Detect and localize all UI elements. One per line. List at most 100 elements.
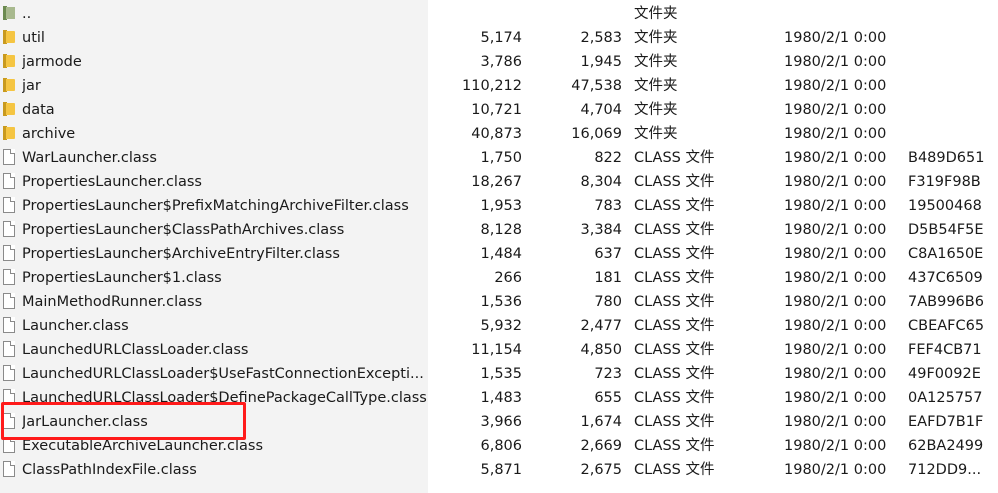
file-name: PropertiesLauncher$ArchiveEntryFilter.cl… [22,246,340,262]
file-icon [3,317,15,333]
file-size: 6,806 [480,438,522,454]
file-name: LaunchedURLClassLoader$UseFastConnection… [22,366,424,382]
file-type: 文件夹 [634,30,678,46]
packed-size: 8,304 [580,174,622,190]
packed-size: 4,850 [580,342,622,358]
file-size: 1,750 [480,150,522,166]
packed-size: 2,477 [580,318,622,334]
file-name: ClassPathIndexFile.class [22,462,197,478]
modified-date: 1980/2/1 0:00 [784,222,887,238]
crc-value: 19500468 [908,198,982,214]
crc-value: 62BA2499 [908,438,984,454]
crc-value [908,2,998,26]
folder-icon [3,54,15,68]
packed-size: 822 [594,150,622,166]
crc-value: 712DD9... [908,462,982,478]
file-name: PropertiesLauncher$ClassPathArchives.cla… [22,222,345,238]
file-type: 文件夹 [634,6,678,22]
folder-row[interactable]: jarmode 3,786 1,945 文件夹 1980/2/1 0:00 [0,50,998,74]
file-row[interactable]: ClassPathIndexFile.class 5,871 2,675 CLASS … [0,458,998,482]
crc-value: EAFD7B1F [908,414,984,430]
folder-row[interactable]: data 10,721 4,704 文件夹 1980/2/1 0:00 [0,98,998,122]
icon-cell [3,26,19,50]
modified-date: 1980/2/1 0:00 [784,366,887,382]
file-name: PropertiesLauncher$PrefixMatchingArchive… [22,198,409,214]
icon-cell [3,434,19,458]
folder-row[interactable]: .. 文件夹 [0,2,998,26]
file-type: CLASS 文件 [634,222,715,238]
file-row[interactable]: MainMethodRunner.class 1,536 780 CLASS 文件 19… [0,290,998,314]
modified-date [784,2,904,26]
file-name: Launcher.class [22,318,129,334]
folder-icon [3,102,15,116]
file-icon [3,413,15,429]
file-row[interactable]: LaunchedURLClassLoader.class 11,154 4,850 C… [0,338,998,362]
file-icon [3,245,15,261]
packed-size: 4,704 [580,102,622,118]
file-row[interactable]: ExecutableArchiveLauncher.class 6,806 2,66… [0,434,998,458]
file-row[interactable]: PropertiesLauncher$PrefixMatchingArchive… [0,194,998,218]
file-name: util [22,30,45,46]
file-name: .. [22,6,32,22]
crc-value: 437C6509 [908,270,983,286]
packed-size: 637 [594,246,622,262]
file-row[interactable]: Launcher.class 5,932 2,477 CLASS 文件 1980/2/1… [0,314,998,338]
icon-cell [3,266,19,290]
crc-value: D5B54F5E [908,222,984,238]
icon-cell [3,410,19,434]
file-name: LaunchedURLClassLoader$DefinePackageCall… [22,390,427,406]
file-size: 1,535 [480,366,522,382]
file-icon [3,269,15,285]
file-icon [3,365,15,381]
file-size: 40,873 [471,126,522,142]
file-icon [3,437,15,453]
file-name: MainMethodRunner.class [22,294,203,310]
file-icon [3,197,15,213]
file-row[interactable]: LaunchedURLClassLoader$DefinePackageCall… [0,386,998,410]
modified-date: 1980/2/1 0:00 [784,294,887,310]
file-name: ExecutableArchiveLauncher.class [22,438,264,454]
file-size: 110,212 [462,78,522,94]
file-type: CLASS 文件 [634,174,715,190]
file-size: 1,953 [480,198,522,214]
file-size: 5,871 [480,462,522,478]
file-type: CLASS 文件 [634,198,715,214]
folder-icon [3,126,15,140]
modified-date: 1980/2/1 0:00 [784,30,887,46]
file-row[interactable]: LaunchedURLClassLoader$UseFastConnection… [0,362,998,386]
file-type: CLASS 文件 [634,318,715,334]
file-size: 3,786 [480,54,522,70]
file-icon [3,341,15,357]
modified-date: 1980/2/1 0:00 [784,462,887,478]
folder-row[interactable]: archive 40,873 16,069 文件夹 1980/2/1 0:00 [0,122,998,146]
icon-cell [3,242,19,266]
file-type: CLASS 文件 [634,462,715,478]
packed-size: 1,945 [580,54,622,70]
icon-cell [3,50,19,74]
file-row[interactable]: WarLauncher.class 1,750 822 CLASS 文件 1980/2/… [0,146,998,170]
crc-value: B489D651 [908,150,985,166]
file-row[interactable]: PropertiesLauncher$ClassPathArchives.cla… [0,218,998,242]
modified-date: 1980/2/1 0:00 [784,126,887,142]
folder-row[interactable]: jar 110,212 47,538 文件夹 1980/2/1 0:00 [0,74,998,98]
file-type: 文件夹 [634,54,678,70]
file-row[interactable]: JarLauncher.class 3,966 1,674 CLASS 文件 1980/… [0,410,998,434]
file-type: 文件夹 [634,126,678,142]
file-name: LaunchedURLClassLoader.class [22,342,249,358]
file-size: 18,267 [471,174,522,190]
file-type: CLASS 文件 [634,150,715,166]
packed-size: 783 [594,198,622,214]
file-row[interactable]: PropertiesLauncher$1.class 266 181 CLASS 文件… [0,266,998,290]
file-type: CLASS 文件 [634,294,715,310]
folder-up-icon [3,6,15,20]
icon-cell [3,170,19,194]
file-row[interactable]: PropertiesLauncher$ArchiveEntryFilter.cl… [0,242,998,266]
file-icon [3,221,15,237]
file-size: 1,536 [480,294,522,310]
file-size: 5,932 [480,318,522,334]
folder-row[interactable]: util 5,174 2,583 文件夹 1980/2/1 0:00 [0,26,998,50]
crc-value: CBEAFC65 [908,318,985,334]
file-row[interactable]: PropertiesLauncher.class 18,267 8,304 CLASS… [0,170,998,194]
packed-size: 3,384 [580,222,622,238]
file-name: WarLauncher.class [22,150,157,166]
